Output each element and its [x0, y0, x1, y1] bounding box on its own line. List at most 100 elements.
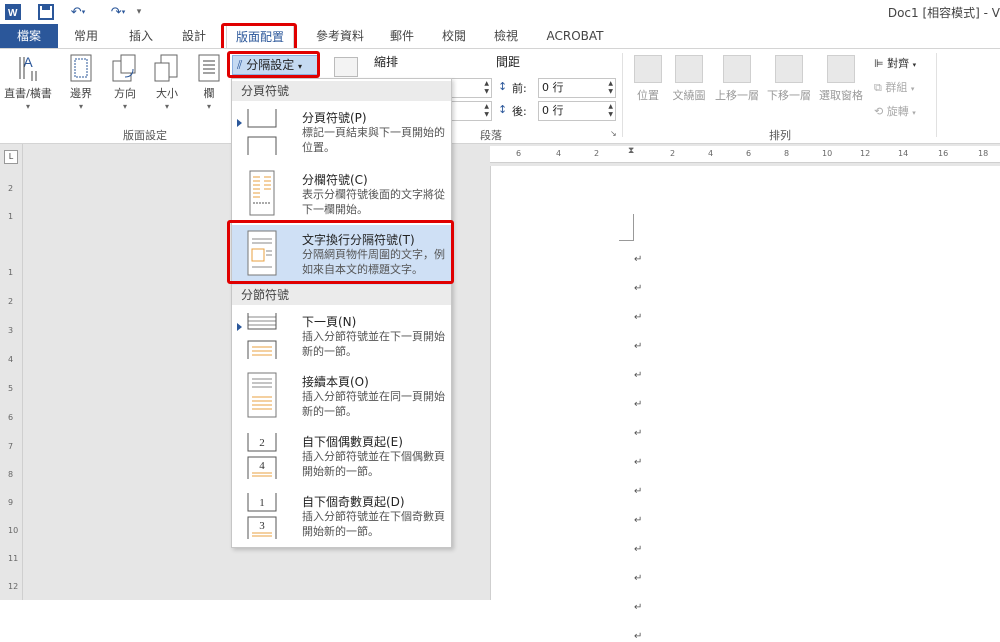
even-page-top-number: 2	[259, 437, 265, 449]
ruler-tick-label: 12	[860, 149, 871, 158]
next-page-icon	[247, 313, 277, 359]
chevron-down-icon: ▾	[912, 61, 917, 69]
column-break-item[interactable]: 分欄符號(C) 表示分欄符號後面的文字將從下一欄開始。	[232, 165, 451, 225]
orientation-button[interactable]: 方向 ▾	[106, 53, 144, 111]
tab-references[interactable]: 參考資料	[304, 24, 376, 48]
svg-text:A: A	[23, 54, 33, 70]
spinner-icon[interactable]: ▲ ▼	[484, 80, 489, 96]
paragraph-mark: ↵	[634, 515, 643, 526]
indent-left-input[interactable]: ▲ ▼	[452, 78, 492, 98]
group-separator	[936, 53, 937, 137]
spinner-icon[interactable]: ▲ ▼	[484, 103, 489, 119]
bring-forward-label: 上移一層	[715, 89, 759, 102]
tab-file[interactable]: 檔案	[0, 24, 58, 48]
text-direction-label: 直書/橫書	[4, 87, 52, 100]
bring-forward-button[interactable]: 上移一層	[712, 55, 762, 103]
indent-label: 縮排	[374, 55, 399, 69]
next-page-section-item[interactable]: 下一頁(N) 插入分節符號並在下一頁開始新的一節。	[232, 307, 451, 367]
breaks-menu: 分頁符號 分頁符號(P) 標記一頁結束與下一頁開始的位置。 分欄符號(C) 表示…	[231, 78, 452, 548]
tab-view[interactable]: 檢視	[484, 24, 528, 48]
save-icon[interactable]	[36, 3, 56, 21]
spacing-before-icon: ↕	[498, 80, 508, 93]
size-button[interactable]: 大小 ▾	[148, 53, 186, 111]
tab-design[interactable]: 設計	[170, 24, 218, 48]
odd-page-section-item[interactable]: 13 自下個奇數頁起(D) 插入分節符號並在下個奇數頁開始新的一節。	[232, 487, 451, 547]
column-break-icon	[249, 170, 275, 216]
undo-icon[interactable]: ↶ ▾	[64, 3, 92, 21]
continuous-section-item[interactable]: 接續本頁(O) 插入分節符號並在同一頁開始新的一節。	[232, 367, 451, 427]
text-direction-button[interactable]: A 直書/橫書 ▾	[2, 53, 54, 111]
spinner-icon[interactable]: ▲ ▼	[608, 103, 613, 119]
redo-icon[interactable]: ↷ ▾	[104, 3, 132, 21]
tab-home[interactable]: 常用	[60, 24, 112, 48]
vertical-ruler-tick-label: 7	[8, 442, 14, 451]
tab-selector-icon[interactable]: L	[4, 150, 18, 164]
selection-pane-label: 選取窗格	[819, 89, 863, 102]
chevron-down-icon: ▾	[164, 102, 169, 111]
columns-icon	[198, 54, 220, 82]
vertical-ruler-tick-label: 9	[8, 498, 14, 507]
align-icon: ⊫	[874, 57, 884, 70]
rotate-label: 旋轉	[886, 105, 909, 118]
ruler-tick-label: 14	[898, 149, 909, 158]
tab-mailings[interactable]: 郵件	[380, 24, 424, 48]
even-page-section-item[interactable]: 24 自下個偶數頁起(E) 插入分節符號並在下個偶數頁開始新的一節。	[232, 427, 451, 487]
vertical-ruler-tick-label: 11	[8, 554, 19, 563]
pointer-icon	[237, 119, 242, 127]
tab-layout[interactable]: 版面配置	[226, 24, 294, 49]
ruler-tick-label: 2	[670, 149, 676, 158]
dialog-launcher-icon[interactable]: ↘	[610, 129, 617, 138]
group-button[interactable]: ⧉ 群組 ▾	[874, 79, 914, 95]
line-numbers-icon[interactable]	[334, 57, 358, 77]
indent-right-input[interactable]: ▲ ▼	[452, 101, 492, 121]
vertical-ruler-tick-label: 6	[8, 413, 14, 422]
wrap-text-button[interactable]: 文繞圖	[668, 55, 710, 103]
send-backward-icon	[775, 55, 803, 83]
selection-pane-icon	[827, 55, 855, 83]
position-icon	[634, 55, 662, 83]
tab-acrobat[interactable]: ACROBAT	[540, 24, 610, 48]
chevron-down-icon: ▾	[910, 85, 915, 93]
page-break-item[interactable]: 分頁符號(P) 標記一頁結束與下一頁開始的位置。	[232, 103, 451, 163]
spacing-after-input[interactable]: 0 行 ▲ ▼	[538, 101, 616, 121]
chevron-down-icon: ▾	[25, 102, 30, 111]
spacing-after-label: 後:	[512, 105, 527, 118]
ruler-tick-label: 6	[516, 149, 522, 158]
menu-item-title: 分欄符號(C)	[302, 173, 368, 187]
ruler-tick-label: 6	[746, 149, 752, 158]
menu-item-desc: 分隔網頁物件周圍的文字，例如來自本文的標題文字。	[302, 248, 445, 276]
ruler-tick-label: 2	[594, 149, 600, 158]
menu-item-desc: 表示分欄符號後面的文字將從下一欄開始。	[302, 188, 445, 216]
wrap-text-icon	[675, 55, 703, 83]
position-label: 位置	[637, 89, 659, 102]
indent-marker-icon[interactable]: ⧗	[628, 146, 634, 156]
document-page[interactable]: ↵ ↵ ↵ ↵ ↵ ↵ ↵ ↵ ↵ ↵ ↵ ↵ ↵ ↵	[490, 166, 1000, 642]
breaks-icon: ⫽	[237, 58, 243, 72]
paragraph-mark: ↵	[634, 428, 643, 439]
word-icon[interactable]: W	[4, 3, 22, 21]
margins-button[interactable]: 邊界 ▾	[62, 53, 100, 111]
vertical-ruler-tick-label: 1	[8, 268, 14, 277]
paragraph-mark: ↵	[634, 312, 643, 323]
chevron-down-icon: ▾	[298, 62, 303, 71]
arrange-group-label: 排列	[769, 129, 791, 142]
spinner-icon[interactable]: ▲ ▼	[608, 80, 613, 96]
svg-text:W: W	[8, 8, 18, 19]
send-backward-button[interactable]: 下移一層	[764, 55, 814, 103]
chevron-down-icon: ▾	[78, 102, 83, 111]
tab-review[interactable]: 校閱	[432, 24, 476, 48]
align-button[interactable]: ⊫ 對齊 ▾	[874, 55, 916, 71]
ruler-tick-label: 18	[978, 149, 989, 158]
odd-page-bottom-number: 3	[259, 520, 265, 532]
columns-button[interactable]: 欄 ▾	[190, 53, 228, 111]
position-button[interactable]: 位置	[630, 55, 666, 103]
even-page-bottom-number: 4	[259, 460, 265, 472]
rotate-button[interactable]: ⟲ 旋轉 ▾	[874, 103, 916, 119]
text-wrapping-break-item[interactable]: 文字換行分隔符號(T) 分隔網頁物件周圍的文字，例如來自本文的標題文字。	[232, 225, 451, 285]
odd-page-icon: 13	[247, 493, 277, 539]
selection-pane-button[interactable]: 選取窗格	[816, 55, 866, 103]
customize-qat-icon[interactable]: ▾	[132, 3, 146, 21]
tab-insert[interactable]: 插入	[116, 24, 166, 48]
breaks-button[interactable]: ⫽ 分隔設定 ▾	[232, 55, 318, 75]
spacing-before-input[interactable]: 0 行 ▲ ▼	[538, 78, 616, 98]
